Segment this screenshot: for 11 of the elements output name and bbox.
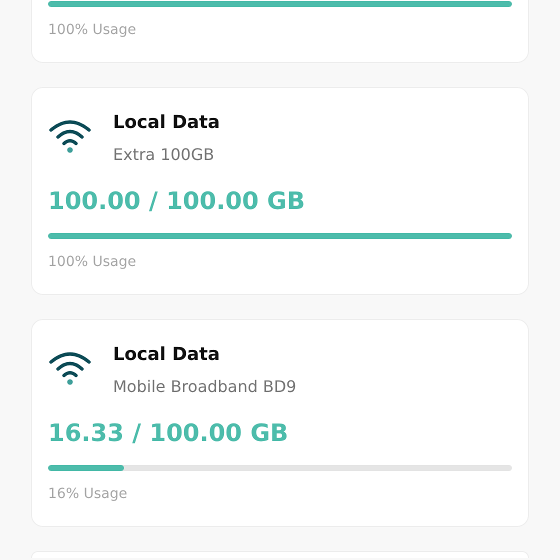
plan-title: Local Data [113,343,221,367]
wifi-icon [48,118,92,154]
usage-label: 16% Usage [48,485,128,504]
plan-title: Local Data [113,111,220,135]
usage-label: 100% Usage [48,21,138,40]
data-amount: 16.33 / 100.00 GB [48,418,290,449]
plan-name: Mobile Broadband BD9 [113,376,296,398]
wifi-icon [48,350,92,386]
data-amount: 100.00 / 100.00 GB [48,186,306,217]
usage-label: 100% Usage [48,253,138,272]
plan-name: Extra 100GB [113,144,216,166]
